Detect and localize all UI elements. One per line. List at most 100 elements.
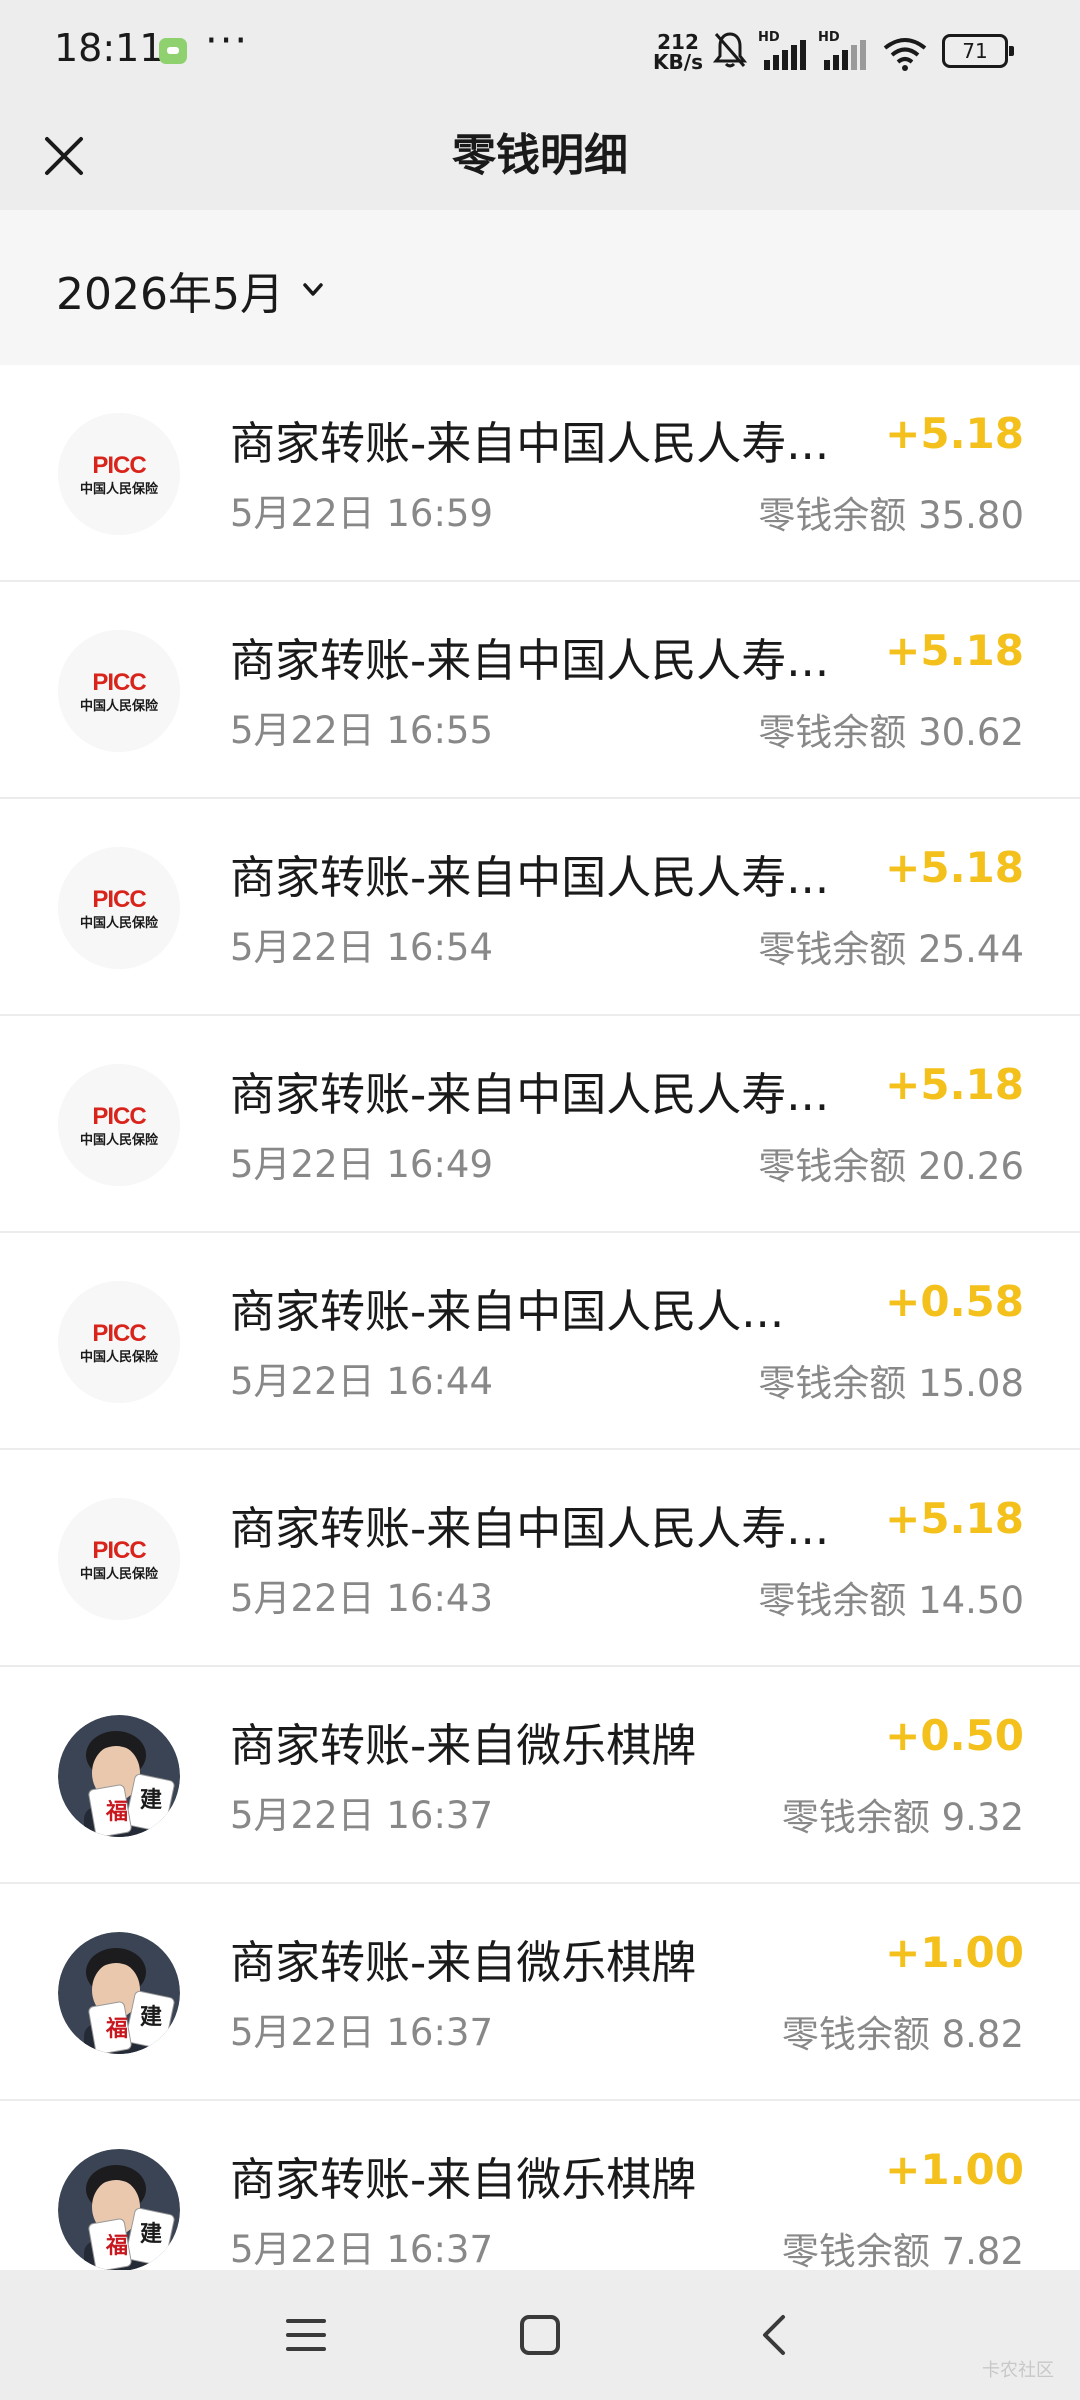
weile-card-2: 建 xyxy=(140,1788,162,1813)
transaction-title: 商家转账-来自中国人民人寿... xyxy=(230,417,830,470)
transaction-balance: 零钱余额 20.26 xyxy=(758,1145,1024,1188)
home-icon xyxy=(520,2315,560,2355)
status-time: 18:11 xyxy=(54,26,164,70)
chevron-down-icon xyxy=(303,283,323,296)
picc-mark: PICC xyxy=(92,669,146,696)
transaction-balance: 零钱余额 9.32 xyxy=(781,1796,1024,1839)
back-button[interactable] xyxy=(739,2300,809,2370)
transaction-avatar: PICC 中国人民保险 xyxy=(58,413,180,535)
menu-icon xyxy=(286,2319,326,2351)
picc-logo: PICC 中国人民保险 xyxy=(58,1281,180,1403)
picc-logo: PICC 中国人民保险 xyxy=(58,1498,180,1620)
weile-card-1: 福 xyxy=(105,2234,128,2259)
transaction-title: 商家转账-来自中国人民人寿... xyxy=(230,851,830,904)
menu-button[interactable] xyxy=(271,2300,341,2370)
transaction-row[interactable]: PICC 中国人民保险 商家转账-来自中国人民人寿... 5月22日 16:59 +5.… xyxy=(0,365,1080,582)
transaction-list: PICC 中国人民保险 商家转账-来自中国人民人寿... 5月22日 16:59 +5.… xyxy=(0,365,1080,2318)
transaction-row[interactable]: PICC 中国人民保险 商家转账-来自中国人民人寿... 5月22日 16:43 +5.… xyxy=(0,1450,1080,1667)
network-speed-value: 212 xyxy=(657,30,699,54)
weile-card-2: 建 xyxy=(140,2005,162,2030)
weile-avatar: 福建 xyxy=(58,1715,180,1837)
transaction-avatar: PICC 中国人民保险 xyxy=(58,1281,180,1403)
transaction-row[interactable]: 福建商家转账-来自微乐棋牌 5月22日 16:37 +0.50 零钱余额 9.32 xyxy=(0,1667,1080,1884)
picc-name: 中国人民保险 xyxy=(80,481,159,497)
back-icon xyxy=(763,2315,785,2355)
month-label: 2026年5月 xyxy=(56,269,284,320)
transaction-amount: +5.18 xyxy=(885,1494,1024,1543)
transaction-amount: +5.18 xyxy=(885,409,1024,458)
transaction-title: 商家转账-来自中国人民人寿... xyxy=(230,1068,830,1121)
picc-logo: PICC 中国人民保险 xyxy=(58,630,180,752)
transaction-amount: +1.00 xyxy=(885,1928,1024,1977)
transaction-row[interactable]: 福建商家转账-来自微乐棋牌 5月22日 16:37 +1.00 零钱余额 8.82 xyxy=(0,1884,1080,2101)
transaction-balance: 零钱余额 8.82 xyxy=(781,2013,1024,2056)
transaction-row[interactable]: PICC 中国人民保险 商家转账-来自中国人民人寿... 5月22日 16:54 +5.… xyxy=(0,799,1080,1016)
transaction-amount: +0.58 xyxy=(885,1277,1024,1326)
picc-mark: PICC xyxy=(92,1103,146,1130)
transaction-time: 5月22日 16:49 xyxy=(230,1143,494,1186)
transaction-row[interactable]: PICC 中国人民保险 商家转账-来自中国人民人... 5月22日 16:44 +0.5… xyxy=(0,1233,1080,1450)
battery-indicator: 71 xyxy=(942,34,1014,68)
transaction-avatar: PICC 中国人民保险 xyxy=(58,630,180,752)
transaction-row[interactable]: PICC 中国人民保险 商家转账-来自中国人民人寿... 5月22日 16:49 +5.… xyxy=(0,1016,1080,1233)
transaction-balance: 零钱余额 35.80 xyxy=(758,494,1024,537)
watermark: 卡农社区 xyxy=(982,2360,1054,2381)
picc-name: 中国人民保险 xyxy=(80,1566,159,1582)
nav-bar: 零钱明细 xyxy=(0,100,1080,210)
picc-mark: PICC xyxy=(92,886,146,913)
transaction-amount: +1.00 xyxy=(885,2145,1024,2194)
picc-logo: PICC 中国人民保险 xyxy=(58,1064,180,1186)
transaction-time: 5月22日 16:54 xyxy=(230,926,494,969)
transaction-time: 5月22日 16:44 xyxy=(230,1360,494,1403)
transaction-title: 商家转账-来自微乐棋牌 xyxy=(230,2153,697,2206)
transaction-balance: 零钱余额 7.82 xyxy=(781,2230,1024,2273)
transaction-amount: +5.18 xyxy=(885,626,1024,675)
picc-mark: PICC xyxy=(92,1537,146,1564)
signal-icon xyxy=(764,40,806,70)
network-speed-unit: KB/s xyxy=(653,50,703,74)
transaction-time: 5月22日 16:37 xyxy=(230,2011,494,2054)
picc-mark: PICC xyxy=(92,1320,146,1347)
page-title: 零钱明细 xyxy=(452,130,628,181)
month-picker[interactable]: 2026年5月 xyxy=(56,260,324,320)
transaction-row[interactable]: PICC 中国人民保险 商家转账-来自中国人民人寿... 5月22日 16:55 +5.… xyxy=(0,582,1080,799)
transaction-time: 5月22日 16:37 xyxy=(230,1794,494,1837)
wifi-icon xyxy=(883,38,927,71)
transaction-avatar: PICC 中国人民保险 xyxy=(58,1064,180,1186)
wechat-notification-icon xyxy=(159,38,187,64)
transaction-avatar: 福建 xyxy=(58,1715,180,1837)
transaction-balance: 零钱余额 25.44 xyxy=(758,928,1024,971)
picc-name: 中国人民保险 xyxy=(80,698,159,714)
transaction-amount: +0.50 xyxy=(885,1711,1024,1760)
picc-mark: PICC xyxy=(92,452,146,479)
weile-card-1: 福 xyxy=(105,1800,128,1825)
transaction-amount: +5.18 xyxy=(885,843,1024,892)
system-nav-bar: 卡农社区 xyxy=(0,2270,1080,2400)
picc-name: 中国人民保险 xyxy=(80,915,159,931)
transaction-time: 5月22日 16:55 xyxy=(230,709,494,752)
transaction-title: 商家转账-来自中国人民人寿... xyxy=(230,634,830,687)
weile-card-2: 建 xyxy=(140,2222,162,2247)
picc-name: 中国人民保险 xyxy=(80,1349,159,1365)
transaction-title: 商家转账-来自微乐棋牌 xyxy=(230,1719,697,1772)
transaction-balance: 零钱余额 15.08 xyxy=(758,1362,1024,1405)
more-notifications-icon: ··· xyxy=(205,18,250,64)
close-button[interactable] xyxy=(28,120,100,192)
home-button[interactable] xyxy=(505,2300,575,2370)
picc-logo: PICC 中国人民保险 xyxy=(58,847,180,969)
weile-avatar: 福建 xyxy=(58,1932,180,2054)
weile-avatar: 福建 xyxy=(58,2149,180,2271)
transaction-balance: 零钱余额 14.50 xyxy=(758,1579,1024,1622)
transaction-title: 商家转账-来自中国人民人... xyxy=(230,1285,785,1338)
transaction-time: 5月22日 16:59 xyxy=(230,492,494,535)
transaction-time: 5月22日 16:43 xyxy=(230,1577,494,1620)
transaction-time: 5月22日 16:37 xyxy=(230,2228,494,2271)
transaction-title: 商家转账-来自中国人民人寿... xyxy=(230,1502,830,1555)
close-icon xyxy=(45,137,83,175)
transaction-avatar: PICC 中国人民保险 xyxy=(58,847,180,969)
transaction-avatar: 福建 xyxy=(58,1932,180,2054)
transaction-avatar: PICC 中国人民保险 xyxy=(58,1498,180,1620)
picc-name: 中国人民保险 xyxy=(80,1132,159,1148)
mute-bell-icon xyxy=(712,32,748,68)
transaction-avatar: 福建 xyxy=(58,2149,180,2271)
